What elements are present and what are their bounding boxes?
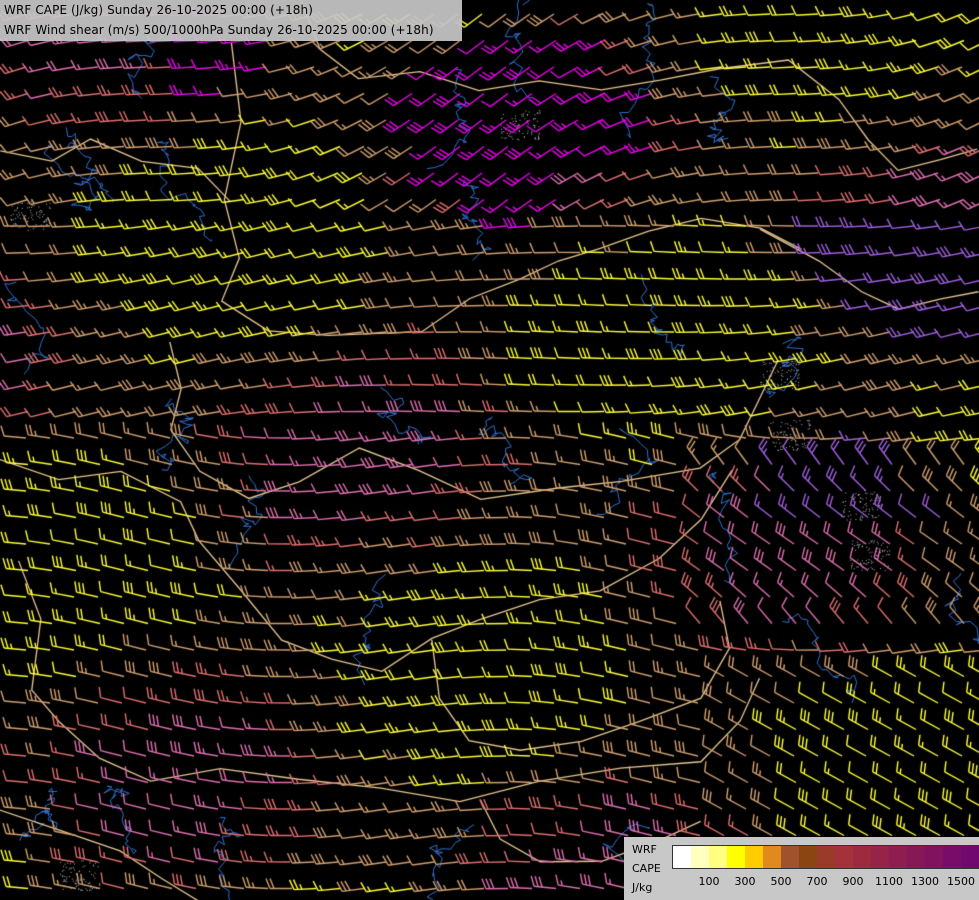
wind-shear-map	[0, 0, 979, 900]
legend-tick-label: 500	[770, 875, 792, 888]
cape-legend: WRF CAPE J/kg 100 300 500 700 900 1100 1300 150…	[624, 837, 979, 900]
legend-swatch	[727, 846, 745, 868]
legend-swatch	[943, 846, 961, 868]
legend-swatch	[871, 846, 889, 868]
legend-tick-label: 300	[734, 875, 756, 888]
legend-color-bar	[672, 845, 979, 869]
legend-swatch	[817, 846, 835, 868]
legend-tick-label: 1100	[875, 875, 903, 888]
legend-swatch	[781, 846, 799, 868]
legend-swatch	[691, 846, 709, 868]
legend-model-label: WRF	[632, 843, 657, 856]
legend-swatch	[745, 846, 763, 868]
legend-tick-label: 100	[698, 875, 720, 888]
legend-swatch	[673, 846, 691, 868]
cape-title: WRF CAPE (J/kg) Sunday 26-10-2025 00:00 …	[4, 3, 314, 17]
legend-tick-label: 1300	[911, 875, 939, 888]
legend-swatch	[961, 846, 979, 868]
legend-tick-label: 700	[806, 875, 828, 888]
legend-swatch	[853, 846, 871, 868]
map-title-panel: WRF CAPE (J/kg) Sunday 26-10-2025 00:00 …	[0, 0, 462, 41]
legend-swatch	[835, 846, 853, 868]
legend-field-label: CAPE	[632, 862, 661, 875]
legend-swatch	[709, 846, 727, 868]
legend-swatch	[799, 846, 817, 868]
legend-swatch	[925, 846, 943, 868]
legend-swatch	[763, 846, 781, 868]
legend-tick-label: 900	[842, 875, 864, 888]
legend-unit-label: J/kg	[632, 881, 653, 894]
legend-tick-label: 1500	[947, 875, 975, 888]
legend-swatch	[889, 846, 907, 868]
wind-shear-title: WRF Wind shear (m/s) 500/1000hPa Sunday …	[4, 23, 434, 37]
legend-swatch	[907, 846, 925, 868]
